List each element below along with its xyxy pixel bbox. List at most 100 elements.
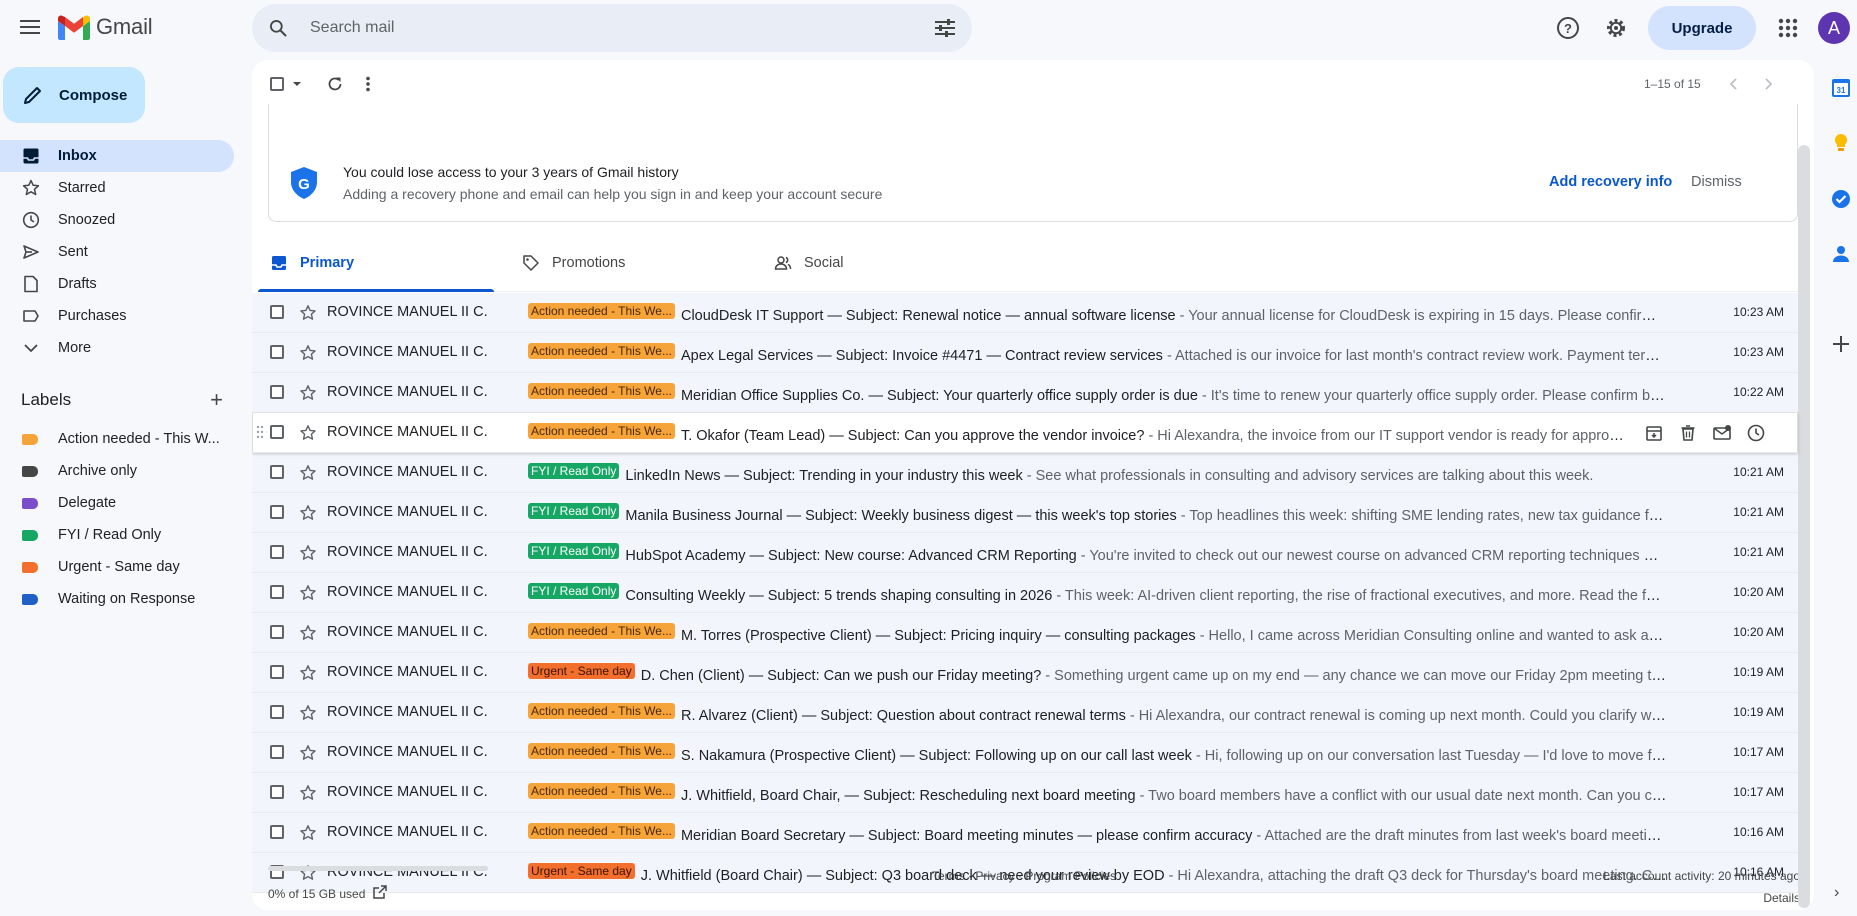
star-icon[interactable] xyxy=(299,824,317,842)
sidebar-item-snoozed[interactable]: Snoozed xyxy=(0,204,234,236)
email-checkbox[interactable] xyxy=(270,625,284,639)
star-icon[interactable] xyxy=(299,584,317,602)
chevron-right-icon[interactable]: › xyxy=(1834,884,1839,902)
email-row[interactable]: ROVINCE MANUEL II C. Action needed - This… xyxy=(252,693,1798,733)
email-label-chip[interactable]: FYI / Read Only xyxy=(528,503,620,519)
search-input[interactable] xyxy=(308,14,868,42)
drag-handle-icon[interactable] xyxy=(256,425,264,439)
email-label-chip[interactable]: Action needed - This We... xyxy=(528,783,675,799)
email-row[interactable]: ROVINCE MANUEL II C. Action needed - This… xyxy=(252,773,1798,813)
email-label-chip[interactable]: Urgent - Same day xyxy=(528,663,635,679)
delete-icon[interactable] xyxy=(1678,423,1698,443)
email-checkbox[interactable] xyxy=(270,545,284,559)
google-apps-icon[interactable] xyxy=(1774,14,1802,42)
star-icon[interactable] xyxy=(299,784,317,802)
contacts-icon[interactable] xyxy=(1830,243,1852,265)
chevron-right-icon[interactable] xyxy=(1761,77,1775,91)
label-action-needed[interactable]: Action needed - This W... xyxy=(0,423,222,455)
tasks-icon[interactable] xyxy=(1830,188,1852,210)
email-row[interactable]: ROVINCE MANUEL II C. FYI / Read Only Manil… xyxy=(252,493,1798,533)
star-icon[interactable] xyxy=(299,384,317,402)
snooze-icon[interactable] xyxy=(1746,423,1766,443)
star-icon[interactable] xyxy=(299,624,317,642)
archive-icon[interactable] xyxy=(1644,423,1664,443)
sidebar-item-purchases[interactable]: Purchases xyxy=(0,300,234,332)
label-urgent-same-day[interactable]: Urgent - Same day xyxy=(0,551,222,583)
tab-primary[interactable]: Primary xyxy=(258,232,504,292)
email-label-chip[interactable]: FYI / Read Only xyxy=(528,583,620,599)
gmail-logo[interactable]: Gmail xyxy=(58,14,153,40)
email-row[interactable]: ROVINCE MANUEL II C. Action needed - This… xyxy=(252,373,1798,413)
email-row[interactable]: ROVINCE MANUEL II C. Action needed - This… xyxy=(252,613,1798,653)
open-external-icon[interactable] xyxy=(372,884,388,900)
add-label-icon[interactable]: + xyxy=(210,389,223,411)
keep-icon[interactable] xyxy=(1830,132,1852,154)
settings-gear-icon[interactable] xyxy=(1602,14,1630,42)
add-recovery-info-button[interactable]: Add recovery info xyxy=(1549,174,1672,190)
email-row[interactable]: ROVINCE MANUEL II C. Action needed - This… xyxy=(252,413,1798,453)
email-label-chip[interactable]: Action needed - This We... xyxy=(528,303,675,319)
sidebar-item-inbox[interactable]: Inbox xyxy=(0,140,234,172)
email-checkbox[interactable] xyxy=(270,825,284,839)
star-icon[interactable] xyxy=(299,664,317,682)
email-checkbox[interactable] xyxy=(270,745,284,759)
email-label-chip[interactable]: FYI / Read Only xyxy=(528,463,620,479)
email-row[interactable]: ROVINCE MANUEL II C. Action needed - This… xyxy=(252,333,1798,373)
mark-as-read-icon[interactable] xyxy=(1712,423,1732,443)
email-row[interactable]: ROVINCE MANUEL II C. FYI / Read Only Linke… xyxy=(252,453,1798,493)
email-label-chip[interactable]: Action needed - This We... xyxy=(528,343,675,359)
scrollbar[interactable] xyxy=(1798,145,1810,908)
search-icon[interactable] xyxy=(268,18,288,38)
email-checkbox[interactable] xyxy=(270,705,284,719)
email-checkbox[interactable] xyxy=(270,785,284,799)
email-checkbox[interactable] xyxy=(270,345,284,359)
chevron-left-icon[interactable] xyxy=(1727,77,1741,91)
email-label-chip[interactable]: Action needed - This We... xyxy=(528,743,675,759)
label-waiting-on-response[interactable]: Waiting on Response xyxy=(0,583,222,615)
email-checkbox[interactable] xyxy=(270,585,284,599)
dismiss-button[interactable]: Dismiss xyxy=(1691,174,1742,190)
sidebar-item-sent[interactable]: Sent xyxy=(0,236,234,268)
more-options-icon[interactable] xyxy=(365,75,371,93)
calendar-icon[interactable]: 31 xyxy=(1830,77,1852,99)
star-icon[interactable] xyxy=(299,424,317,442)
email-row[interactable]: ROVINCE MANUEL II C. Action needed - This… xyxy=(252,293,1798,333)
star-icon[interactable] xyxy=(299,544,317,562)
star-icon[interactable] xyxy=(299,744,317,762)
star-icon[interactable] xyxy=(299,304,317,322)
email-row[interactable]: ROVINCE MANUEL II C. Urgent - Same day D. … xyxy=(252,653,1798,693)
email-label-chip[interactable]: FYI / Read Only xyxy=(528,543,620,559)
email-checkbox[interactable] xyxy=(270,425,284,439)
label-delegate[interactable]: Delegate xyxy=(0,487,222,519)
tab-social[interactable]: Social xyxy=(762,232,1008,292)
details-link[interactable]: Details xyxy=(1763,891,1800,905)
email-checkbox[interactable] xyxy=(270,305,284,319)
sidebar-item-more[interactable]: More xyxy=(0,332,234,364)
sidebar-item-starred[interactable]: Starred xyxy=(0,172,234,204)
email-checkbox[interactable] xyxy=(270,665,284,679)
email-label-chip[interactable]: Action needed - This We... xyxy=(528,423,675,439)
star-icon[interactable] xyxy=(299,504,317,522)
footer-links[interactable]: Terms · Privacy · Program Policies xyxy=(932,869,1116,883)
add-addon-icon[interactable] xyxy=(1830,333,1852,355)
label-fyi-read-only[interactable]: FYI / Read Only xyxy=(0,519,222,551)
email-label-chip[interactable]: Action needed - This We... xyxy=(528,383,675,399)
select-all-checkbox[interactable] xyxy=(270,77,284,91)
label-archive-only[interactable]: Archive only xyxy=(0,455,222,487)
email-row[interactable]: ROVINCE MANUEL II C. Action needed - This… xyxy=(252,733,1798,773)
email-row[interactable]: ROVINCE MANUEL II C. FYI / Read Only Consu… xyxy=(252,573,1798,613)
email-label-chip[interactable]: Action needed - This We... xyxy=(528,823,675,839)
account-avatar[interactable]: A xyxy=(1818,12,1850,44)
email-checkbox[interactable] xyxy=(270,505,284,519)
help-icon[interactable]: ? xyxy=(1554,14,1582,42)
search-options-icon[interactable] xyxy=(934,18,956,38)
star-icon[interactable] xyxy=(299,704,317,722)
email-row[interactable]: ROVINCE MANUEL II C. Action needed - This… xyxy=(252,813,1798,853)
email-label-chip[interactable]: Action needed - This We... xyxy=(528,623,675,639)
refresh-icon[interactable] xyxy=(326,75,344,93)
select-dropdown-icon[interactable] xyxy=(292,80,302,88)
sidebar-item-drafts[interactable]: Drafts xyxy=(0,268,234,300)
upgrade-button[interactable]: Upgrade xyxy=(1648,6,1756,50)
star-icon[interactable] xyxy=(299,464,317,482)
star-icon[interactable] xyxy=(299,344,317,362)
